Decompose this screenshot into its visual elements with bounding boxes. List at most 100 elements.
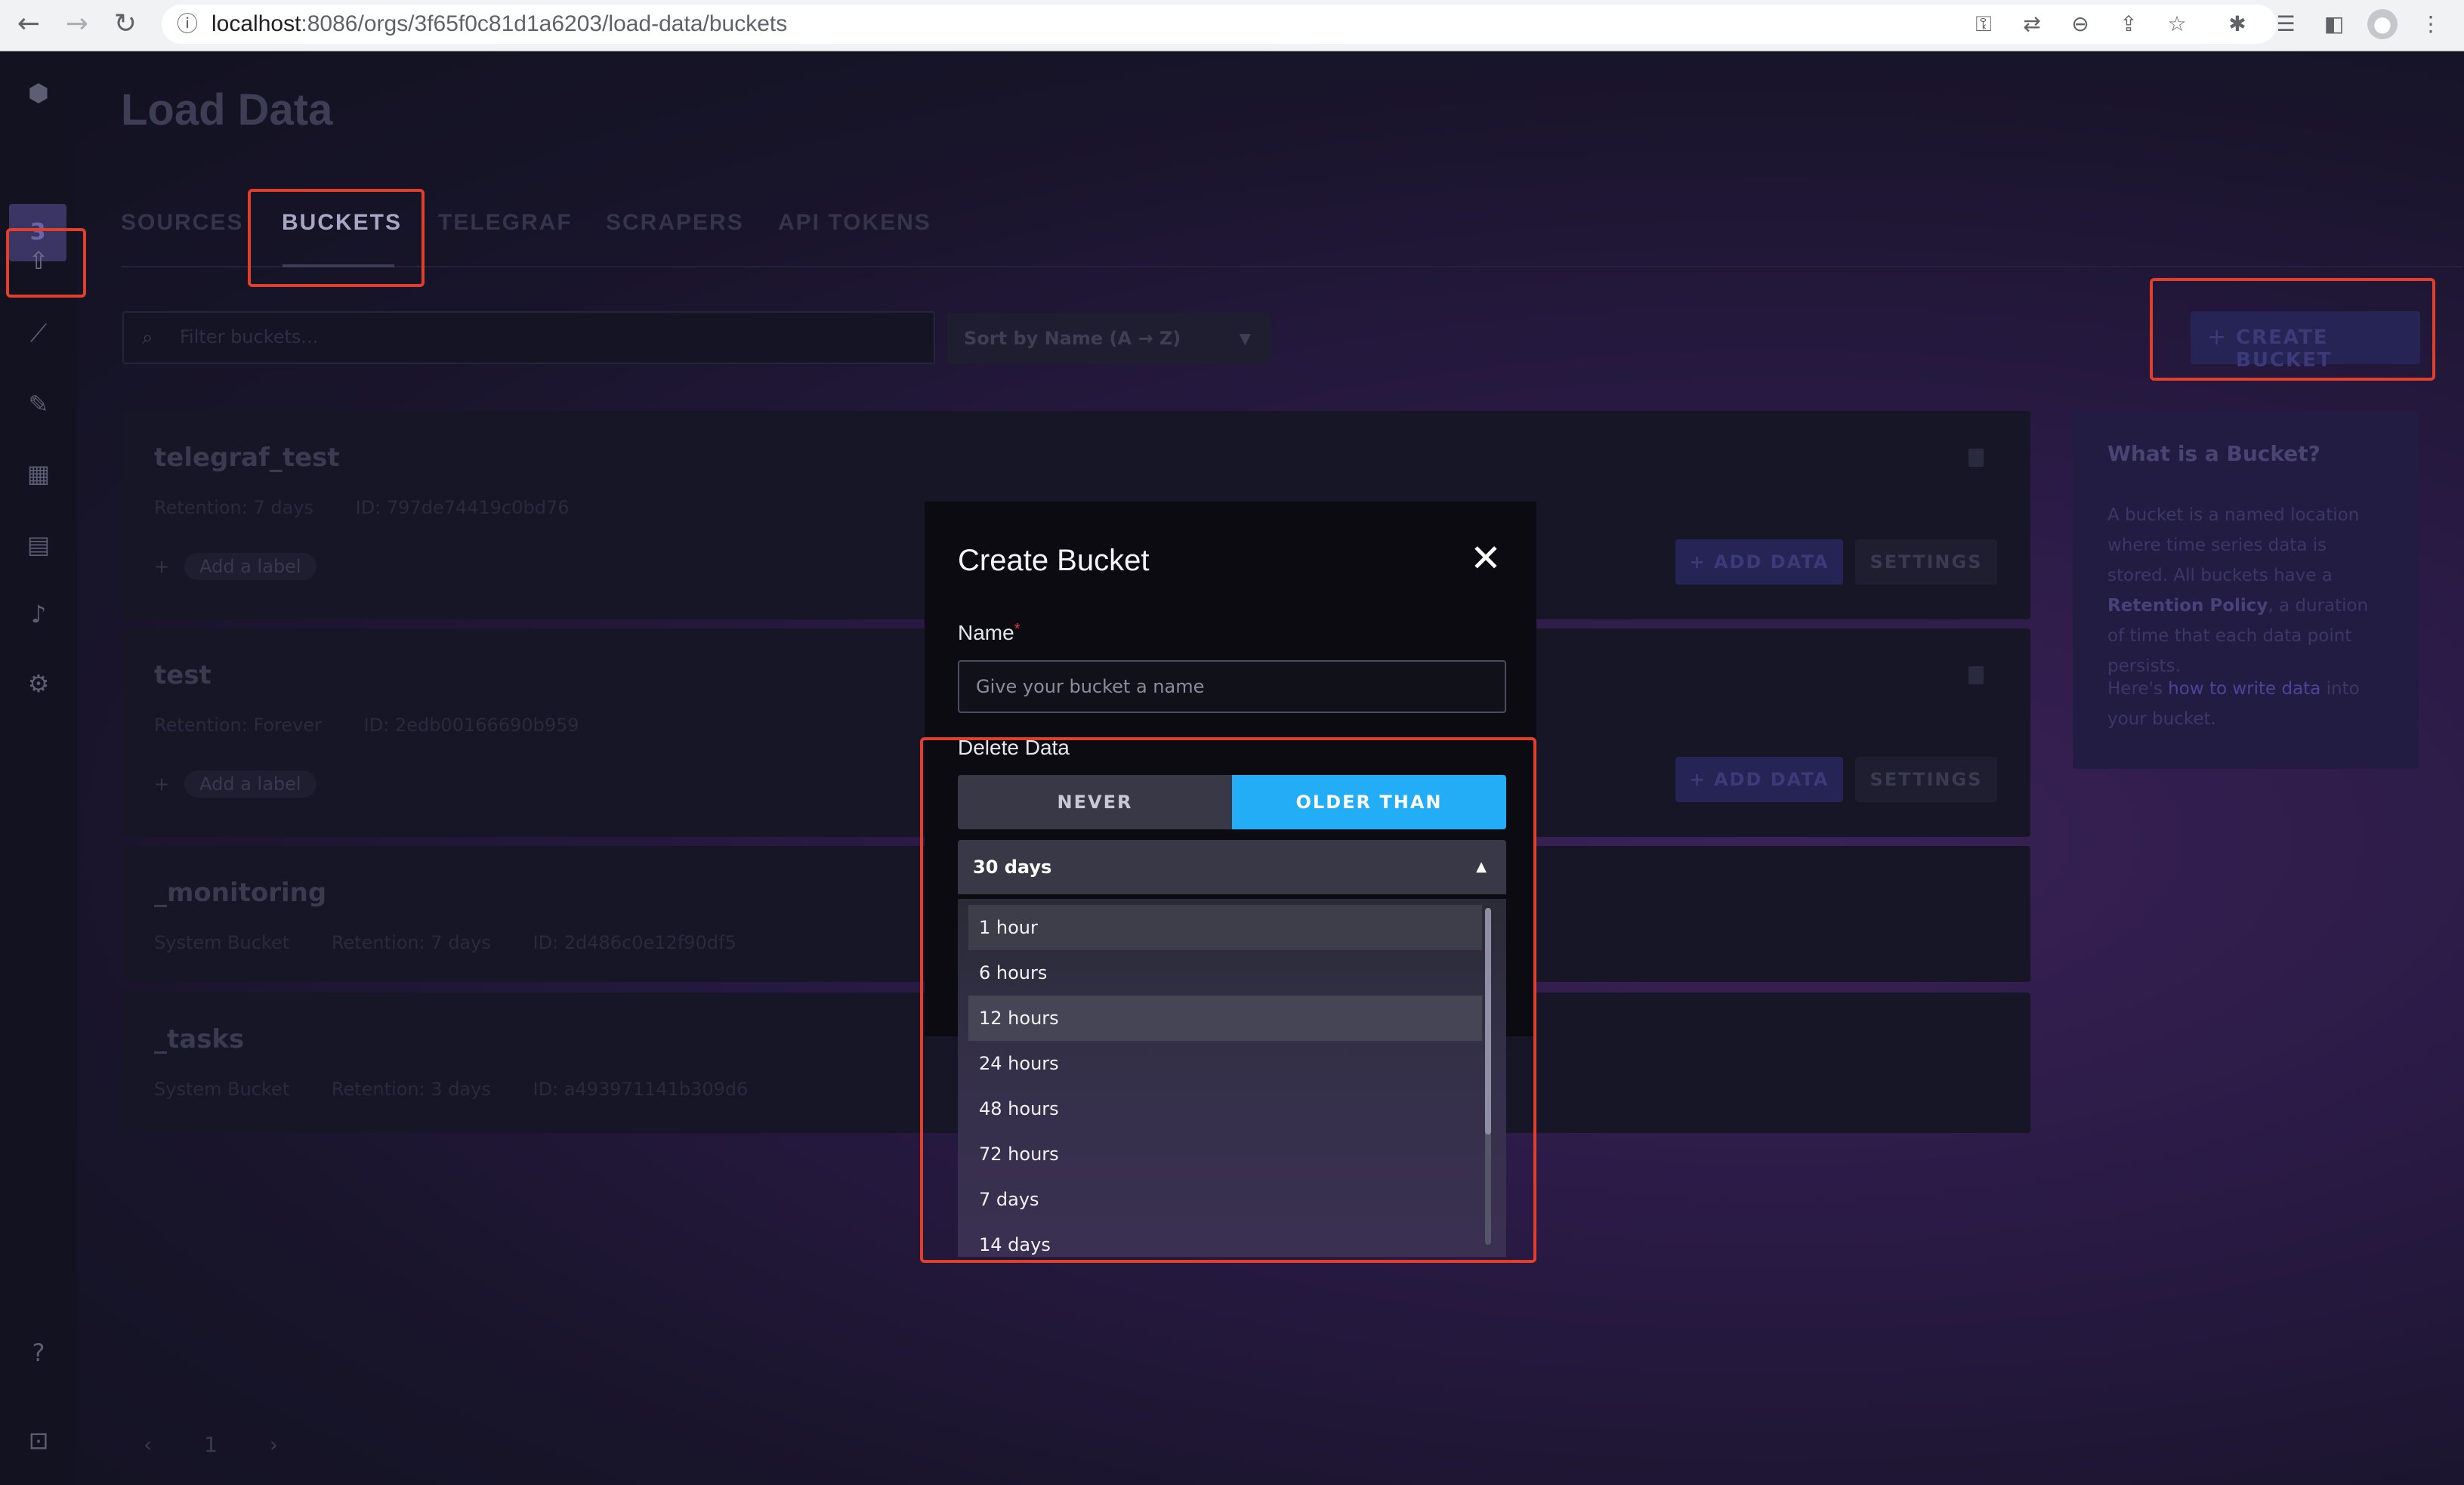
page-title: Load Data: [121, 85, 333, 134]
reading-list-icon[interactable]: ☰: [2271, 9, 2301, 39]
scrollbar-thumb[interactable]: [1485, 908, 1491, 1135]
alerts-bell-icon[interactable]: ♪: [12, 588, 65, 641]
bookmark-star-icon[interactable]: ☆: [2162, 9, 2192, 39]
bucket-type: System Bucket: [154, 1079, 290, 1100]
data-explorer-icon[interactable]: ⟋: [12, 307, 65, 360]
tab-buckets[interactable]: BUCKETS: [282, 210, 402, 236]
add-data-button[interactable]: + ADD DATA: [1675, 539, 1843, 585]
dashboards-icon[interactable]: ▦: [12, 447, 65, 500]
info-paragraph: A bucket is a named location where time …: [2107, 505, 2369, 676]
share-icon[interactable]: ⇪: [2114, 9, 2144, 39]
profile-avatar-icon[interactable]: ●: [2367, 9, 2398, 39]
trash-icon[interactable]: [1968, 449, 1984, 467]
zoom-icon[interactable]: ⊖: [2065, 9, 2095, 39]
forward-icon[interactable]: →: [60, 8, 94, 41]
add-data-button[interactable]: + ADD DATA: [1675, 757, 1843, 802]
info-title: What is a Bucket?: [2107, 441, 2320, 466]
duration-option[interactable]: 24 hours: [968, 1041, 1482, 1086]
duration-options-menu: 1 hour 6 hours 12 hours 24 hours 48 hour…: [958, 899, 1506, 1257]
filter-placeholder: Filter buckets...: [180, 326, 319, 347]
url-text[interactable]: localhost:8086/orgs/3f65f0c81d1a6203/loa…: [212, 11, 787, 38]
bucket-meta: Retention: 7 days ID: 797de74419c0bd76: [154, 497, 606, 518]
next-page-icon[interactable]: ›: [270, 1432, 278, 1457]
bucket-retention: Retention: 7 days: [154, 497, 313, 518]
back-icon[interactable]: ←: [12, 8, 45, 41]
bucket-retention: Retention: 7 days: [331, 932, 491, 953]
bucket-retention: Retention: Forever: [154, 715, 323, 736]
bucket-type: System Bucket: [154, 932, 290, 953]
older-than-button[interactable]: OLDER THAN: [1232, 775, 1506, 829]
duration-option[interactable]: 6 hours: [968, 950, 1482, 996]
search-icon: ⌕: [142, 326, 153, 349]
browser-toolbar: ← → ↻ ⓘ localhost:8086/orgs/3f65f0c81d1a…: [0, 0, 2464, 51]
sidebar: ⬢ 3 ⇧ ⟋ ✎ ▦ ▤ ♪ ⚙ ? ⊡: [0, 53, 77, 1485]
selected-duration: 30 days: [973, 857, 1052, 878]
tab-scrapers[interactable]: SCRAPERS: [606, 210, 744, 236]
sort-dropdown[interactable]: Sort by Name (A → Z) ▼: [947, 313, 1271, 364]
extensions-icon[interactable]: ✱: [2222, 9, 2252, 39]
tab-api-tokens[interactable]: API TOKENS: [778, 210, 931, 236]
create-bucket-label: CREATE BUCKET: [2236, 326, 2333, 372]
how-to-write-data-link[interactable]: how to write data: [2168, 679, 2320, 699]
bucket-name[interactable]: _tasks: [154, 1024, 244, 1054]
upload-icon[interactable]: ⇧: [12, 234, 65, 287]
bucket-meta: System Bucket Retention: 7 days ID: 2d48…: [154, 932, 773, 953]
bucket-id: ID: 2d486c0e12f90df5: [533, 932, 736, 953]
tab-telegraf[interactable]: TELEGRAF: [438, 210, 573, 236]
collapse-nav-icon[interactable]: ⊡: [12, 1414, 65, 1467]
help-icon[interactable]: ?: [12, 1326, 65, 1379]
page-number[interactable]: 1: [204, 1432, 218, 1457]
bucket-info-panel: What is a Bucket? A bucket is a named lo…: [2073, 411, 2419, 769]
tabs-divider: [121, 266, 2462, 267]
settings-button[interactable]: SETTINGS: [1855, 757, 1997, 802]
caret-up-icon: ▲: [1476, 859, 1487, 875]
notebook-pencil-icon[interactable]: ✎: [12, 378, 65, 431]
filter-buckets-input[interactable]: ⌕ Filter buckets...: [122, 311, 935, 364]
pagination: ‹ 1 ›: [144, 1432, 323, 1457]
prev-page-icon[interactable]: ‹: [144, 1432, 152, 1457]
add-label[interactable]: + Add a label: [154, 553, 316, 580]
retention-duration-select[interactable]: 30 days ▲: [958, 840, 1506, 894]
modal-title: Create Bucket: [958, 544, 1150, 577]
bucket-name[interactable]: test: [154, 660, 212, 690]
plus-icon: +: [2207, 324, 2227, 350]
influx-logo-icon[interactable]: ⬢: [12, 66, 65, 119]
address-bar[interactable]: ⓘ localhost:8086/orgs/3f65f0c81d1a6203/l…: [162, 5, 2277, 44]
delete-data-label: Delete Data: [958, 736, 1070, 759]
bucket-id: ID: 797de74419c0bd76: [355, 497, 570, 518]
close-icon[interactable]: ✕: [1465, 538, 1506, 579]
bucket-name-input[interactable]: [958, 660, 1506, 713]
bucket-retention: Retention: 3 days: [331, 1079, 491, 1100]
settings-button[interactable]: SETTINGS: [1855, 539, 1997, 585]
add-label[interactable]: + Add a label: [154, 770, 316, 798]
trash-icon[interactable]: [1968, 666, 1984, 684]
retention-toggle: NEVER OLDER THAN: [958, 775, 1506, 829]
add-label-pill[interactable]: Add a label: [184, 553, 316, 580]
active-tab-indicator: [283, 264, 394, 267]
translate-icon[interactable]: ⇄: [2017, 9, 2047, 39]
settings-gear-icon[interactable]: ⚙: [12, 657, 65, 710]
create-bucket-button[interactable]: + CREATE BUCKET: [2191, 311, 2420, 372]
never-button[interactable]: NEVER: [958, 775, 1232, 829]
bucket-name[interactable]: _monitoring: [154, 878, 326, 908]
tab-sources[interactable]: SOURCES: [121, 210, 243, 236]
bucket-id: ID: a493971141b309d6: [533, 1079, 749, 1100]
add-label-pill[interactable]: Add a label: [184, 770, 316, 798]
info-paragraph: Here's how to write data into your bucke…: [2107, 679, 2360, 729]
caret-down-icon: ▼: [1239, 329, 1251, 347]
duration-option[interactable]: 72 hours: [968, 1132, 1482, 1177]
side-panel-icon[interactable]: ◧: [2319, 9, 2349, 39]
duration-option[interactable]: 14 days: [968, 1222, 1482, 1257]
key-icon[interactable]: ⚿: [1968, 9, 1999, 39]
site-info-icon[interactable]: ⓘ: [174, 11, 201, 38]
name-label: Name*: [958, 621, 1020, 644]
tasks-calendar-icon[interactable]: ▤: [12, 518, 65, 571]
reload-icon[interactable]: ↻: [109, 8, 142, 41]
duration-option[interactable]: 48 hours: [968, 1086, 1482, 1132]
menu-kebab-icon[interactable]: ⋮: [2416, 9, 2446, 39]
duration-option[interactable]: 7 days: [968, 1177, 1482, 1222]
duration-option[interactable]: 12 hours: [968, 996, 1482, 1041]
duration-option[interactable]: 1 hour: [968, 905, 1482, 950]
bucket-name[interactable]: telegraf_test: [154, 443, 340, 473]
bucket-meta: System Bucket Retention: 3 days ID: a493…: [154, 1079, 784, 1100]
